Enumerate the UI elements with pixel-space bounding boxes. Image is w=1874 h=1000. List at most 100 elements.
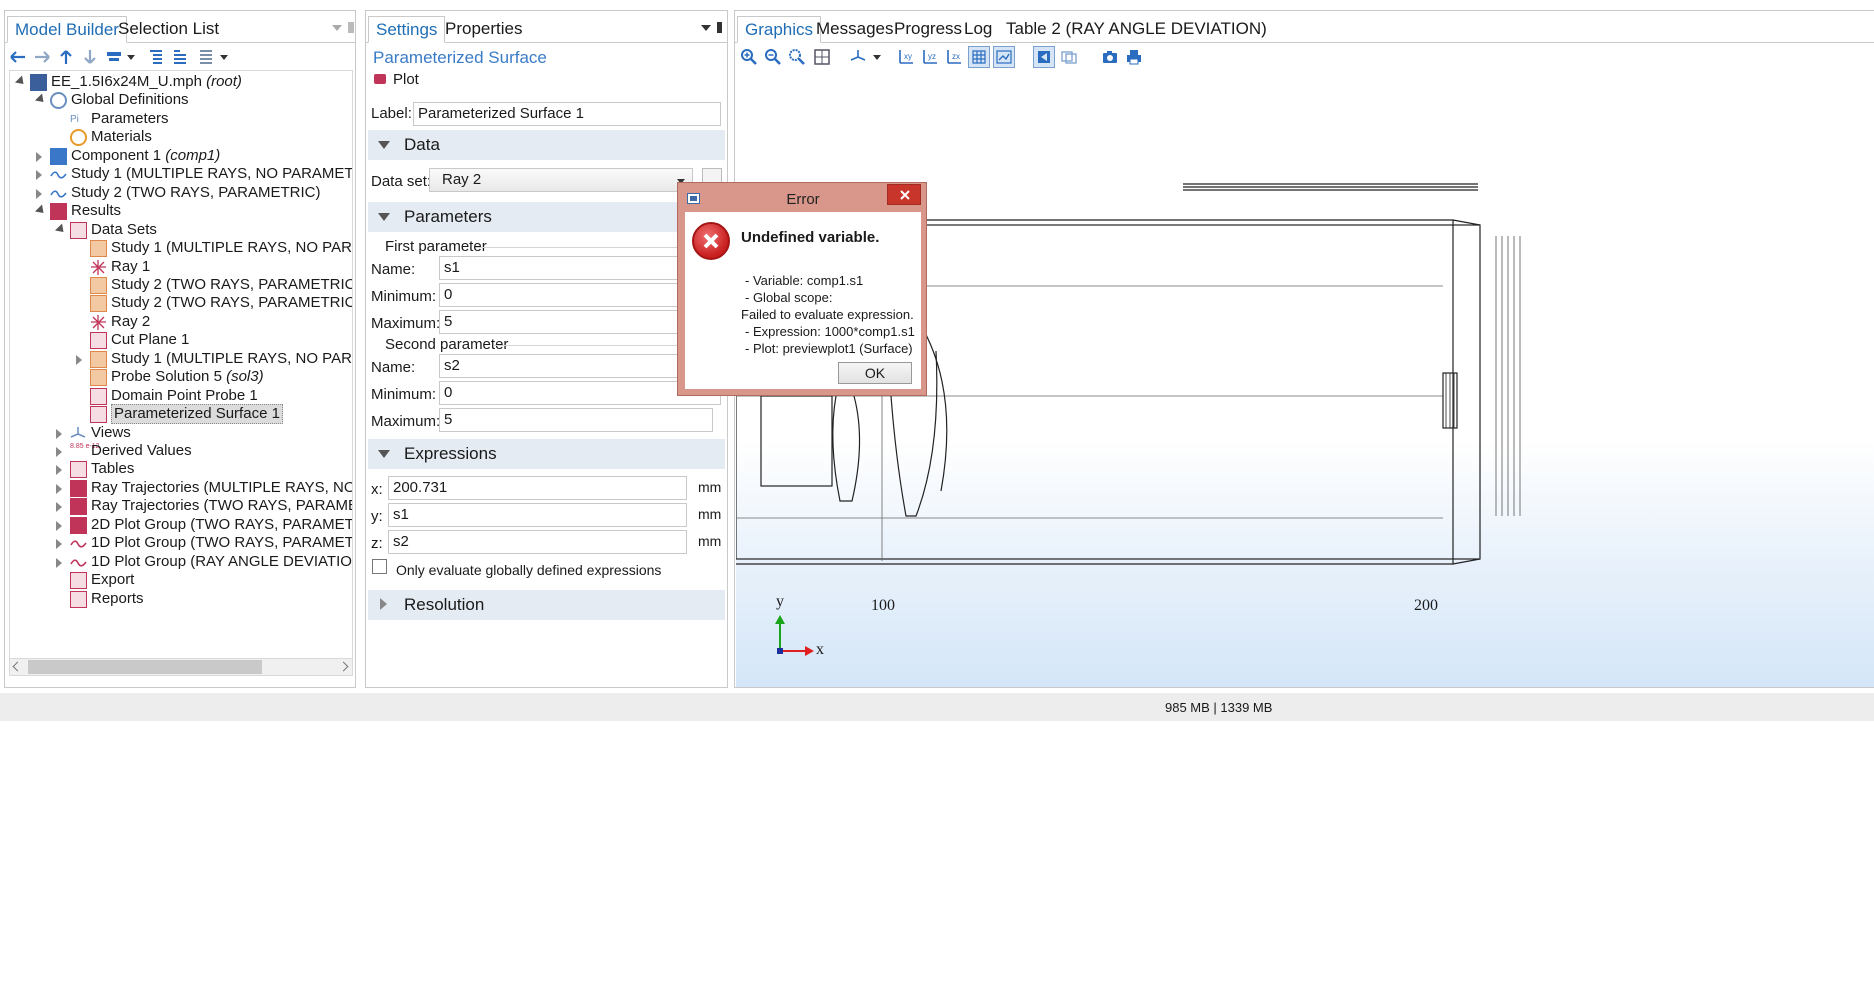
transparency-icon[interactable] (1058, 46, 1080, 68)
parameters-icon: Pi (70, 113, 79, 125)
expand-arrow-icon[interactable] (56, 428, 62, 439)
tab-log[interactable]: Log (957, 16, 999, 43)
grid-icon[interactable] (968, 46, 990, 68)
dataset-value: Ray 2 (442, 171, 482, 188)
graphics-toolbar: xy yz zx (735, 44, 1175, 70)
view-menu-icon[interactable] (701, 25, 711, 31)
data-section-header[interactable]: Data (368, 130, 725, 160)
tree-item[interactable]: Reports (10, 588, 350, 610)
tree-text-dropdown-icon[interactable] (220, 55, 228, 60)
tab-settings[interactable]: Settings (368, 16, 446, 43)
expand-arrow-icon[interactable] (56, 520, 62, 531)
x-caption: x: (371, 481, 383, 498)
results-icon (50, 203, 67, 221)
model-tree: EE_1.5I6x24M_U.mph (root) Global Definiti… (9, 70, 353, 664)
zoom-box-icon[interactable] (786, 46, 808, 68)
cutplane-icon (90, 332, 107, 350)
expand-arrow-icon[interactable] (76, 354, 82, 365)
expand-arrow-icon[interactable] (56, 465, 62, 476)
tree-item-tag: (comp1) (161, 146, 221, 164)
dataset-select[interactable]: Ray 2 (429, 168, 693, 192)
error-dialog: Error Undefined variable. - Variable: co… (677, 182, 927, 396)
tree-horizontal-scrollbar[interactable] (9, 658, 353, 676)
parameters-section-header[interactable]: Parameters (368, 202, 725, 232)
second-parameter-maximum-field[interactable]: 5 (439, 408, 713, 432)
tree-item-tag: (root) (201, 73, 242, 90)
solution-icon (90, 276, 107, 294)
ray-icon (90, 259, 107, 276)
only-global-checkbox[interactable] (372, 559, 387, 574)
print-icon[interactable] (1123, 46, 1145, 68)
x-expression-field[interactable]: 200.731 (388, 476, 687, 500)
resolution-section-header[interactable]: Resolution (368, 590, 725, 620)
expand-arrow-icon[interactable] (56, 539, 62, 550)
collapse-arrow-icon[interactable] (54, 223, 68, 236)
zoom-in-icon[interactable] (738, 46, 760, 68)
solution-icon (90, 350, 107, 368)
ok-button[interactable]: OK (838, 362, 912, 384)
expand-arrow-icon[interactable] (56, 447, 62, 457)
tab-model-builder[interactable]: Model Builder (7, 16, 127, 43)
collapse-arrow-icon[interactable] (34, 93, 48, 106)
expand-all-icon[interactable] (169, 46, 191, 68)
collapse-arrow-icon[interactable] (14, 75, 28, 88)
axis-label-200: 200 (1414, 597, 1438, 614)
tree-item-tag: (sol3) (221, 368, 264, 386)
globe-icon (50, 92, 67, 110)
move-down-icon[interactable] (79, 46, 101, 68)
expand-arrow-icon[interactable] (56, 557, 62, 568)
pin-icon[interactable] (717, 22, 722, 33)
dialog-close-button[interactable] (887, 184, 921, 205)
memory-status: 985 MB | 1339 MB (1165, 700, 1273, 715)
zx-plane-icon[interactable]: zx (943, 46, 965, 68)
camera-icon[interactable] (1099, 46, 1121, 68)
expressions-section-header[interactable]: Expressions (368, 439, 725, 469)
error-heading: Undefined variable. (741, 229, 880, 246)
y-expression-field[interactable]: s1 (388, 503, 687, 527)
axis-triad: y x (772, 593, 842, 659)
scroll-right-icon[interactable] (338, 661, 349, 672)
views-icon (70, 425, 87, 442)
scrollbar-thumb[interactable] (28, 660, 262, 674)
pin-icon[interactable] (348, 22, 354, 33)
zoom-out-icon[interactable] (762, 46, 784, 68)
error-icon (692, 222, 730, 260)
svg-text:zx: zx (952, 52, 960, 61)
tab-table-2[interactable]: Table 2 (RAY ANGLE DEVIATION) (999, 16, 1274, 43)
view-menu-icon[interactable] (332, 25, 342, 31)
x-unit: mm (698, 479, 722, 495)
tree-item-label: Reports (91, 589, 144, 607)
scene-light-icon[interactable] (1033, 46, 1055, 68)
back-arrow-icon[interactable] (7, 46, 29, 68)
dialog-body: Undefined variable. - Variable: comp1.s1… (685, 212, 921, 389)
file-icon (30, 74, 47, 91)
expand-arrow-icon[interactable] (36, 188, 42, 199)
forward-arrow-icon[interactable] (31, 46, 53, 68)
plot-icon (374, 74, 386, 84)
collapse-arrow-icon[interactable] (34, 204, 48, 217)
z-expression-field[interactable]: s2 (388, 530, 687, 554)
axis-orientation-icon[interactable] (993, 46, 1015, 68)
expand-arrow-icon[interactable] (56, 483, 62, 494)
expand-arrow-icon[interactable] (36, 151, 42, 162)
label-field[interactable]: Parameterized Surface 1 (413, 102, 721, 126)
axes-view-icon[interactable] (847, 46, 869, 68)
expand-arrow-icon[interactable] (36, 170, 42, 181)
move-up-icon[interactable] (55, 46, 77, 68)
tab-selection-list[interactable]: Selection List (111, 16, 226, 43)
zoom-extents-icon[interactable] (811, 46, 833, 68)
yz-plane-icon[interactable]: yz (919, 46, 941, 68)
expand-arrow-icon[interactable] (56, 502, 62, 513)
collapse-all-icon[interactable] (145, 46, 167, 68)
plotgroup-icon (70, 498, 87, 516)
xy-plane-icon[interactable]: xy (895, 46, 917, 68)
scroll-left-icon[interactable] (12, 661, 23, 672)
error-message-line: - Variable: comp1.s1 (745, 273, 864, 288)
view-dropdown-icon[interactable] (873, 55, 881, 60)
solution-icon (90, 295, 107, 313)
model-tree-node-text-icon[interactable] (195, 46, 217, 68)
tab-properties[interactable]: Properties (438, 16, 529, 43)
show-icon[interactable] (103, 46, 125, 68)
model-builder-toolbar (5, 44, 355, 70)
show-dropdown-icon[interactable] (127, 55, 135, 60)
